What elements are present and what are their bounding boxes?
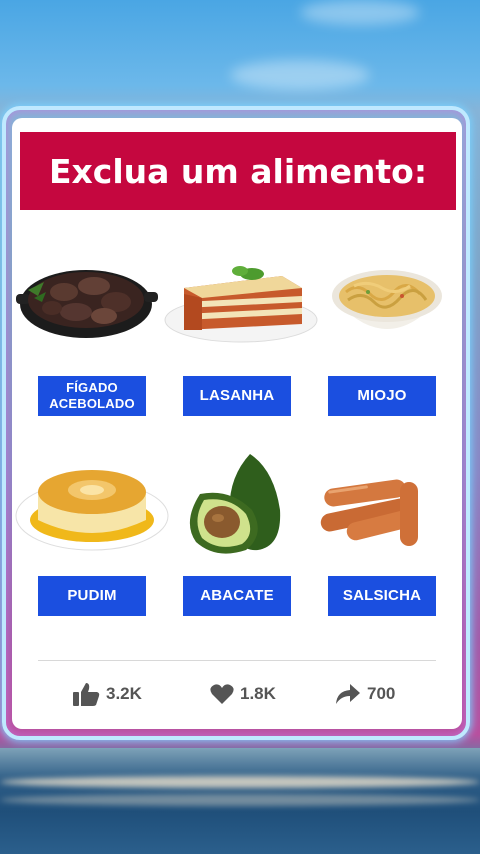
lasagna-icon[interactable] — [162, 258, 320, 351]
option-abacate[interactable]: ABACATE — [183, 576, 291, 616]
wave — [0, 776, 480, 788]
sausages-icon[interactable] — [316, 476, 434, 553]
wave — [0, 794, 480, 806]
option-salsicha[interactable]: SALSICHA — [328, 576, 436, 616]
option-miojo[interactable]: MIOJO — [328, 376, 436, 416]
option-pudim[interactable]: PUDIM — [38, 576, 146, 616]
divider — [38, 660, 436, 661]
avocado-icon[interactable] — [180, 450, 286, 563]
share-arrow-icon — [335, 683, 361, 705]
heart-button[interactable]: 1.8K — [210, 680, 276, 708]
heart-count: 1.8K — [240, 684, 276, 703]
flan-pudding-icon[interactable] — [14, 460, 170, 561]
share-count: 700 — [367, 684, 396, 703]
option-lasanha[interactable]: LASANHA — [183, 376, 291, 416]
cloud — [230, 60, 370, 90]
quiz-title: Exclua um alimento: — [20, 132, 456, 210]
liver-onion-dish-icon[interactable] — [16, 252, 158, 349]
like-button[interactable]: 3.2K — [72, 680, 142, 708]
like-count: 3.2K — [106, 684, 142, 703]
sea-background — [0, 748, 480, 854]
share-button[interactable]: 700 — [335, 680, 395, 708]
thumbs-up-icon — [72, 681, 100, 707]
option-figado-acebolado[interactable]: FÍGADO ACEBOLADO — [38, 376, 146, 416]
heart-icon — [210, 683, 234, 705]
instant-noodles-icon[interactable] — [328, 262, 446, 357]
cloud — [300, 0, 420, 25]
